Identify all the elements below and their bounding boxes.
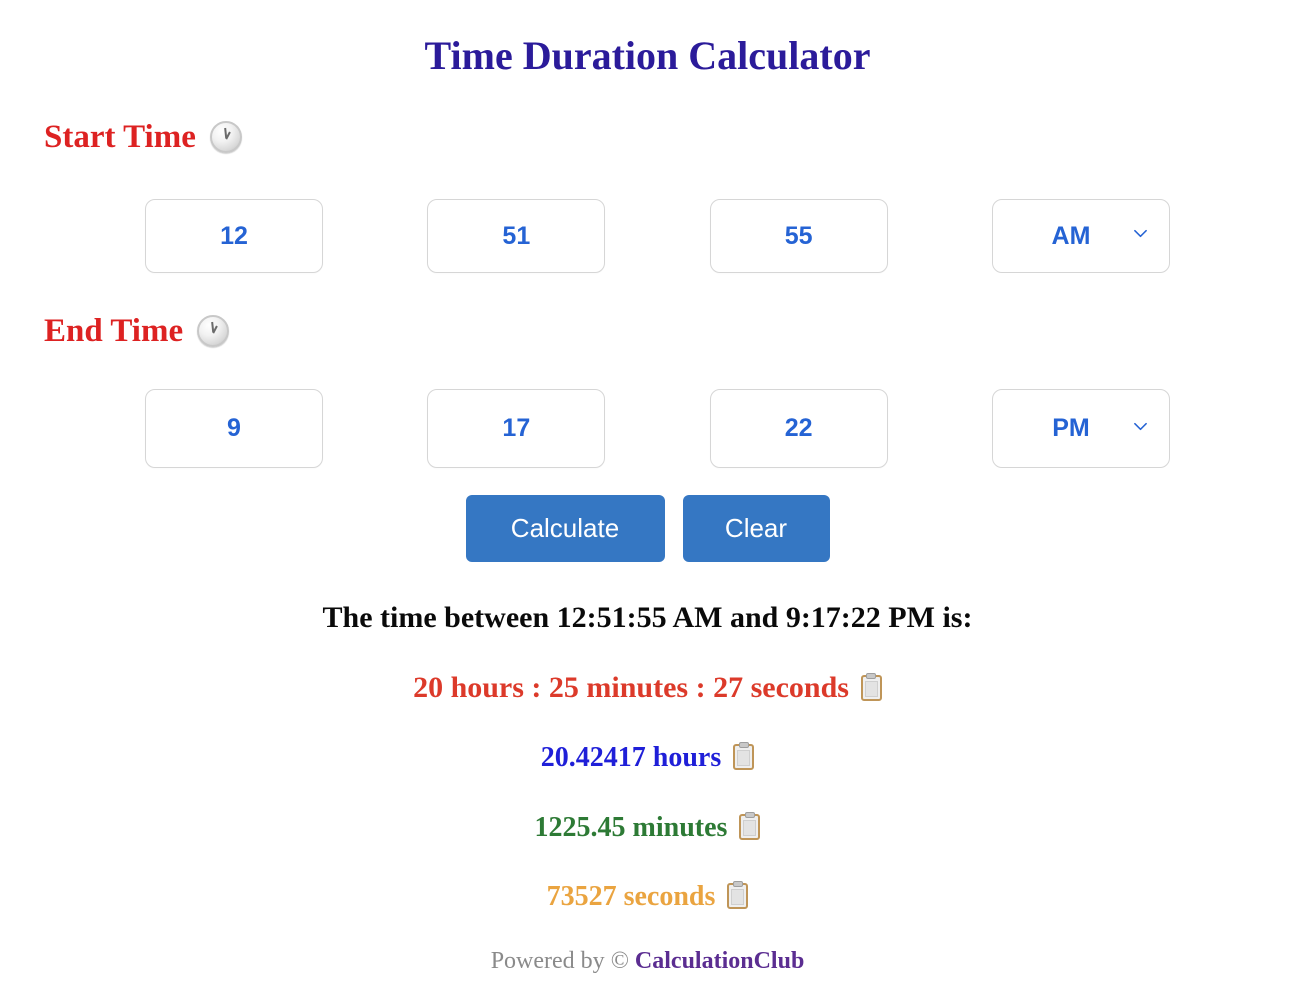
- footer: Powered by © CalculationClub: [0, 945, 1295, 977]
- end-time-label: End Time: [44, 310, 230, 352]
- action-button-row: Calculate Clear: [0, 495, 1295, 562]
- result-minutes-row: 1225.45 minutes: [0, 808, 1295, 848]
- start-meridiem-value: AM: [991, 199, 1170, 273]
- clock-icon: [197, 315, 230, 347]
- clipboard-icon[interactable]: [739, 812, 761, 840]
- result-heading: The time between 12:51:55 AM and 9:17:22…: [322, 601, 973, 634]
- end-time-label-text: End Time: [44, 313, 184, 349]
- end-time-field-row: PM: [145, 389, 1170, 468]
- start-hour-input[interactable]: [145, 199, 323, 273]
- clear-button[interactable]: Clear: [682, 495, 830, 562]
- start-meridiem-select[interactable]: AM: [991, 199, 1170, 273]
- time-duration-calculator-page: Time Duration Calculator Start Time AM E…: [0, 0, 1295, 996]
- clipboard-icon[interactable]: [733, 742, 755, 770]
- end-meridiem-value: PM: [991, 389, 1170, 468]
- start-time-label-text: Start Time: [44, 119, 196, 155]
- start-time-label: Start Time: [44, 116, 242, 158]
- page-title: Time Duration Calculator: [424, 33, 871, 78]
- start-time-field-row: AM: [145, 199, 1170, 273]
- result-minutes-text: 1225.45 minutes: [534, 812, 728, 843]
- footer-brand[interactable]: CalculationClub: [635, 948, 804, 974]
- result-hours-text: 20.42417 hours: [540, 742, 722, 773]
- end-hour-input[interactable]: [145, 389, 323, 468]
- clock-icon: [209, 121, 242, 153]
- end-meridiem-select[interactable]: PM: [991, 389, 1170, 468]
- result-hms-row: 20 hours : 25 minutes : 27 seconds: [0, 668, 1295, 708]
- result-seconds-text: 73527 seconds: [546, 881, 716, 912]
- start-minute-input[interactable]: [427, 199, 606, 273]
- end-minute-input[interactable]: [427, 389, 606, 468]
- result-seconds-row: 73527 seconds: [0, 877, 1295, 917]
- result-hours-row: 20.42417 hours: [0, 738, 1295, 778]
- clipboard-icon[interactable]: [727, 881, 749, 909]
- start-second-input[interactable]: [709, 199, 888, 273]
- calculate-button[interactable]: Calculate: [465, 495, 665, 562]
- copyright-icon: ©: [610, 948, 629, 974]
- footer-powered-by: Powered by: [490, 948, 605, 974]
- clipboard-icon[interactable]: [860, 673, 882, 701]
- result-hms-text: 20 hours : 25 minutes : 27 seconds: [413, 671, 849, 704]
- end-second-input[interactable]: [709, 389, 888, 468]
